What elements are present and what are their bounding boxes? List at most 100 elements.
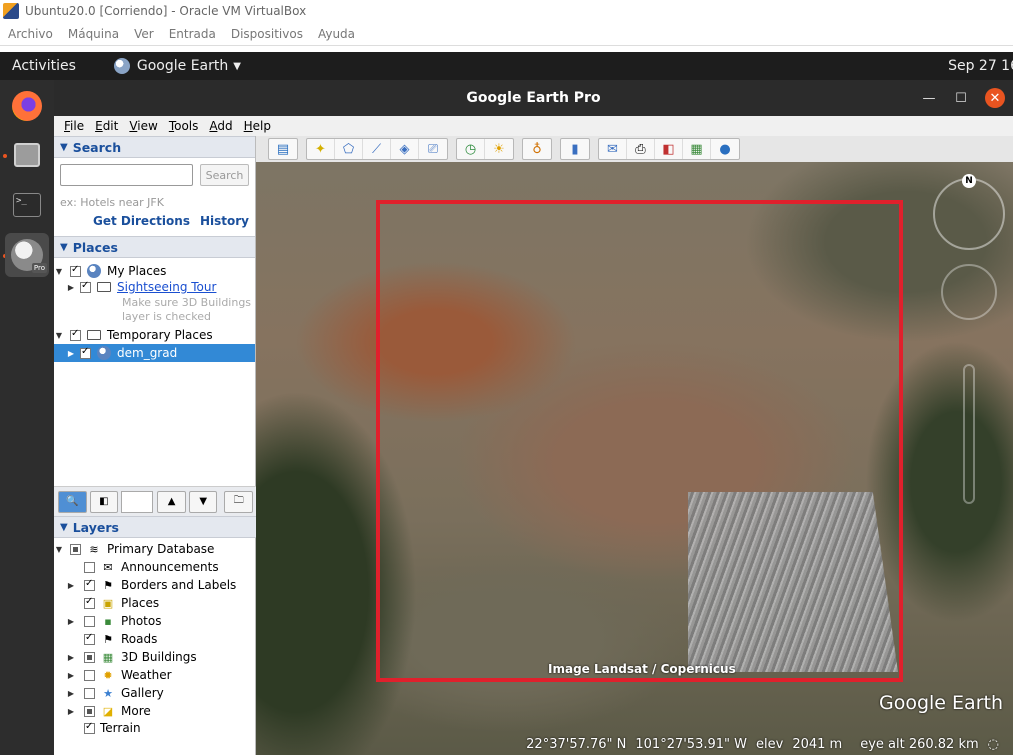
north-indicator[interactable]: N (962, 174, 976, 188)
minimize-icon[interactable]: — (919, 88, 939, 108)
record-tour-button[interactable]: ⎚ (419, 139, 447, 159)
add-path-button[interactable]: ⟋ (363, 139, 391, 159)
ruler-icon[interactable]: ▮ (561, 139, 589, 159)
menu-view[interactable]: View (129, 119, 157, 133)
layer-places[interactable]: ▣ Places (54, 594, 255, 612)
checkbox[interactable] (84, 632, 95, 645)
places-panel-header[interactable]: ▼ Places (54, 236, 255, 258)
expand-icon[interactable]: ▶ (66, 707, 76, 716)
menu-add[interactable]: Add (209, 119, 232, 133)
vbox-menu-maquina[interactable]: Máquina (68, 27, 119, 41)
add-polygon-button[interactable]: ⬠ (335, 139, 363, 159)
menu-help[interactable]: Help (244, 119, 271, 133)
clock[interactable]: Sep 27 16 (948, 58, 1013, 74)
checkbox[interactable] (80, 346, 91, 359)
search-panel-header[interactable]: ▼ Search (54, 136, 255, 158)
maximize-icon[interactable]: ☐ (951, 88, 971, 108)
layer-weather[interactable]: ▶ ✹ Weather (54, 666, 255, 684)
folder-menu-button[interactable]: 🗀 (224, 490, 253, 513)
checkbox[interactable] (70, 328, 81, 341)
dock-files[interactable] (5, 133, 49, 177)
checkbox[interactable] (84, 615, 95, 627)
checkbox[interactable] (84, 596, 95, 609)
maps-icon[interactable]: ▦ (683, 139, 711, 159)
expand-icon[interactable]: ▶ (66, 689, 76, 698)
layer-announcements[interactable]: ✉ Announcements (54, 558, 255, 576)
layer-terrain[interactable]: Terrain (54, 719, 255, 737)
opacity-field[interactable] (121, 490, 154, 513)
get-directions-link[interactable]: Get Directions (93, 214, 190, 228)
tree-item-temporary-places[interactable]: ▼ Temporary Places (54, 326, 255, 344)
dock-terminal[interactable]: >_ (5, 183, 49, 227)
zoom-slider[interactable] (963, 364, 975, 504)
layer-more[interactable]: ▶ ◪ More (54, 702, 255, 720)
layer-roads[interactable]: ⚑ Roads (54, 630, 255, 648)
layer-3d-buildings[interactable]: ▶ ▦ 3D Buildings (54, 648, 255, 666)
planet-switch-button[interactable]: ♁ (523, 139, 551, 159)
activities-button[interactable]: Activities (12, 58, 76, 74)
search-button[interactable]: Search (200, 164, 249, 186)
email-icon[interactable]: ✉ (599, 139, 627, 159)
expand-icon[interactable]: ▶ (66, 283, 76, 292)
dock-firefox[interactable] (5, 84, 49, 128)
earth-web-icon[interactable]: ● (711, 139, 739, 159)
search-input[interactable] (60, 164, 193, 186)
menu-edit[interactable]: Edit (95, 119, 118, 133)
vbox-menu-dispositivos[interactable]: Dispositivos (231, 27, 303, 41)
checkbox[interactable] (84, 705, 95, 717)
checkbox[interactable] (80, 280, 91, 293)
layer-primary-database[interactable]: ▼ ≋ Primary Database (54, 540, 255, 558)
checkbox[interactable] (70, 264, 81, 277)
expand-icon[interactable]: ▶ (66, 617, 76, 626)
add-image-overlay-button[interactable]: ◈ (391, 139, 419, 159)
toggle-view-button[interactable]: ◧ (89, 490, 119, 513)
files-icon (14, 143, 40, 167)
history-link[interactable]: History (200, 214, 249, 228)
historical-imagery-button[interactable]: ◷ (457, 139, 485, 159)
expand-icon[interactable]: ▶ (66, 671, 76, 680)
vbox-menu-ver[interactable]: Ver (134, 27, 154, 41)
sightseeing-tour-link[interactable]: Sightseeing Tour (117, 280, 216, 294)
print-icon[interactable]: ⎙ (627, 139, 655, 159)
expand-icon[interactable]: ▼ (54, 545, 64, 554)
checkbox[interactable] (84, 669, 95, 681)
vbox-menu-entrada[interactable]: Entrada (169, 27, 216, 41)
menu-tools[interactable]: Tools (169, 119, 199, 133)
search-header-label: Search (72, 139, 122, 155)
layer-borders-labels[interactable]: ▶ ⚑ Borders and Labels (54, 576, 255, 594)
vbox-menu-ayuda[interactable]: Ayuda (318, 27, 355, 41)
expand-icon[interactable]: ▼ (54, 267, 64, 276)
search-places-button[interactable]: 🔍 (58, 490, 87, 513)
save-image-icon[interactable]: ◧ (655, 139, 683, 159)
compass-ring[interactable] (933, 178, 1005, 250)
add-placemark-button[interactable]: ✦ (307, 139, 335, 159)
app-menu[interactable]: Google Earth ▼ (113, 58, 241, 74)
dock-google-earth[interactable]: Pro (5, 233, 49, 277)
checkbox[interactable] (84, 578, 95, 591)
checkbox[interactable] (84, 651, 95, 663)
expand-icon[interactable]: ▶ (66, 653, 76, 662)
toggle-sidebar-button[interactable]: ▤ (269, 139, 297, 159)
navigation-controls: N (933, 174, 1005, 504)
sunlight-button[interactable]: ☀ (485, 139, 513, 159)
earth-3d-view[interactable]: Image Landsat / Copernicus Google Earth … (256, 162, 1013, 755)
expand-icon[interactable]: ▼ (54, 331, 64, 340)
layer-photos[interactable]: ▶ ▪ Photos (54, 612, 255, 630)
layers-panel-header[interactable]: ▼ Layers (54, 516, 256, 538)
checkbox[interactable] (84, 687, 95, 699)
checkbox[interactable] (70, 543, 81, 555)
look-joystick[interactable] (941, 264, 997, 320)
move-down-button[interactable]: ▼ (188, 490, 218, 513)
expand-icon[interactable]: ▶ (66, 581, 76, 590)
window-title-bar: Google Earth Pro — ☐ ✕ (54, 80, 1013, 116)
layer-gallery[interactable]: ▶ ★ Gallery (54, 684, 255, 702)
close-icon[interactable]: ✕ (985, 88, 1005, 108)
checkbox[interactable] (84, 561, 95, 573)
checkbox[interactable] (84, 721, 95, 734)
vbox-menu-archivo[interactable]: Archivo (8, 27, 53, 41)
menu-file[interactable]: File (64, 119, 84, 133)
expand-icon[interactable]: ▶ (66, 349, 76, 358)
move-up-button[interactable]: ▲ (157, 490, 186, 513)
tree-item-dem-grad[interactable]: ▶ dem_grad (54, 344, 255, 362)
more-icon: ◪ (102, 704, 114, 718)
